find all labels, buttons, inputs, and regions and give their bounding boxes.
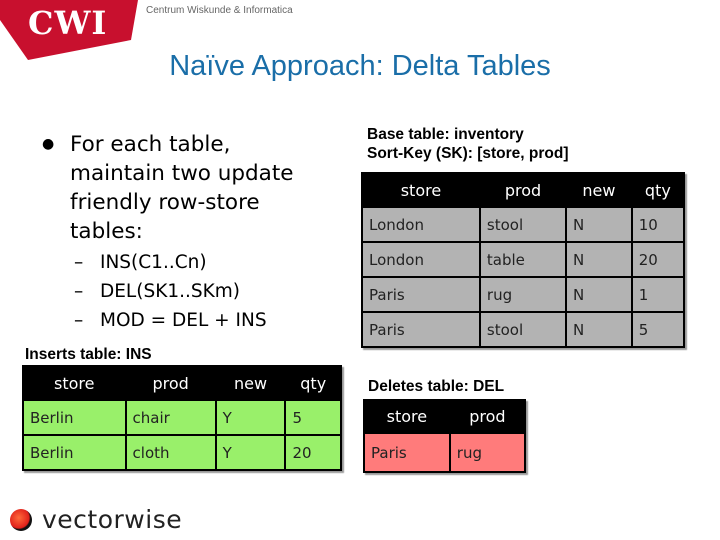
column-header: qty xyxy=(284,365,342,401)
table-cell: Paris xyxy=(363,432,451,473)
table-cell: N xyxy=(565,276,633,313)
bullet-line: For each table, xyxy=(70,132,231,157)
table-cell: Y xyxy=(214,399,287,436)
table-cell: rug xyxy=(478,276,568,313)
dash-icon: – xyxy=(74,281,84,302)
column-header: new xyxy=(565,172,633,208)
table-cell: stool xyxy=(478,206,568,243)
table-row: Paris stool N 5 xyxy=(361,311,686,348)
bullet-line: friendly row-store xyxy=(70,190,260,215)
base-table-caption: Base table: inventory Sort-Key (SK): [st… xyxy=(367,125,569,163)
table-cell: Paris xyxy=(361,311,481,348)
column-header: qty xyxy=(630,172,686,208)
table-cell: London xyxy=(361,206,481,243)
sub-bullet-mod: – MOD = DEL + INS xyxy=(74,306,267,335)
table-cell: Berlin xyxy=(22,434,127,471)
column-header: prod xyxy=(478,172,568,208)
table-cell: London xyxy=(361,241,481,278)
column-header: prod xyxy=(448,399,527,434)
table-cell: cloth xyxy=(124,434,217,471)
column-header: store xyxy=(363,399,451,434)
table-row: Berlin cloth Y 20 xyxy=(22,434,342,471)
deletes-table: store prod Paris rug xyxy=(363,399,527,473)
table-cell: Berlin xyxy=(22,399,127,436)
base-table-name: Base table: inventory xyxy=(367,126,524,143)
table-row: Paris rug xyxy=(363,432,527,473)
slide-title-text: Naïve Approach: Delta Tables xyxy=(169,50,551,82)
bullet-line: tables: xyxy=(70,219,143,244)
base-table-inventory: store prod new qty London stool N 10 Lon… xyxy=(361,172,686,348)
table-cell: chair xyxy=(124,399,217,436)
table-row: Berlin chair Y 5 xyxy=(22,399,342,436)
table-cell: table xyxy=(478,241,568,278)
table-cell: 5 xyxy=(630,311,686,348)
organization-subtitle: Centrum Wiskunde & Informatica xyxy=(146,5,293,16)
sub-bullet-text: MOD = DEL + INS xyxy=(100,310,267,331)
cwi-logo-text: CWI xyxy=(28,4,108,42)
table-header-row: store prod xyxy=(363,399,527,434)
sub-bullet-text: DEL(SK1..SKm) xyxy=(100,281,240,302)
table-cell: 20 xyxy=(284,434,342,471)
table-row: London table N 20 xyxy=(361,241,686,278)
table-cell: 20 xyxy=(630,241,686,278)
vectorwise-logo: vectorwise xyxy=(10,505,182,534)
column-header: new xyxy=(214,365,287,401)
table-cell: 1 xyxy=(630,276,686,313)
table-cell: N xyxy=(565,241,633,278)
bullet-icon: ● xyxy=(42,136,55,152)
column-header: store xyxy=(361,172,481,208)
ins-table-caption: Inserts table: INS xyxy=(25,346,152,363)
del-table-caption: Deletes table: DEL xyxy=(368,378,505,395)
column-header: prod xyxy=(124,365,217,401)
table-cell: Y xyxy=(214,434,287,471)
table-cell: rug xyxy=(448,432,527,473)
dash-icon: – xyxy=(74,310,84,331)
vectorwise-dot-icon xyxy=(10,508,32,531)
table-header-row: store prod new qty xyxy=(22,365,342,401)
sub-bullet-text: INS(C1..Cn) xyxy=(100,252,207,273)
base-table-sort-key: Sort-Key (SK): [store, prod] xyxy=(367,145,569,162)
sub-bullet-list: – INS(C1..Cn) – DEL(SK1..SKm) – MOD = DEL +… xyxy=(74,248,267,335)
column-header: store xyxy=(22,365,127,401)
table-cell: stool xyxy=(478,311,568,348)
bullet-line: maintain two update xyxy=(70,161,294,186)
main-bullet: ● For each table, maintain two update fr… xyxy=(42,130,342,246)
vectorwise-logo-text: vectorwise xyxy=(42,505,183,534)
slide-title: Naïve Approach: Delta Tables xyxy=(0,50,720,83)
table-cell: N xyxy=(565,311,633,348)
dash-icon: – xyxy=(74,252,84,273)
table-row: Paris rug N 1 xyxy=(361,276,686,313)
inserts-table: store prod new qty Berlin chair Y 5 Berl… xyxy=(22,365,342,471)
table-cell: N xyxy=(565,206,633,243)
table-cell: 10 xyxy=(630,206,686,243)
table-cell: Paris xyxy=(361,276,481,313)
sub-bullet-del: – DEL(SK1..SKm) xyxy=(74,277,267,306)
table-header-row: store prod new qty xyxy=(361,172,686,208)
sub-bullet-ins: – INS(C1..Cn) xyxy=(74,248,267,277)
table-cell: 5 xyxy=(284,399,342,436)
table-row: London stool N 10 xyxy=(361,206,686,243)
